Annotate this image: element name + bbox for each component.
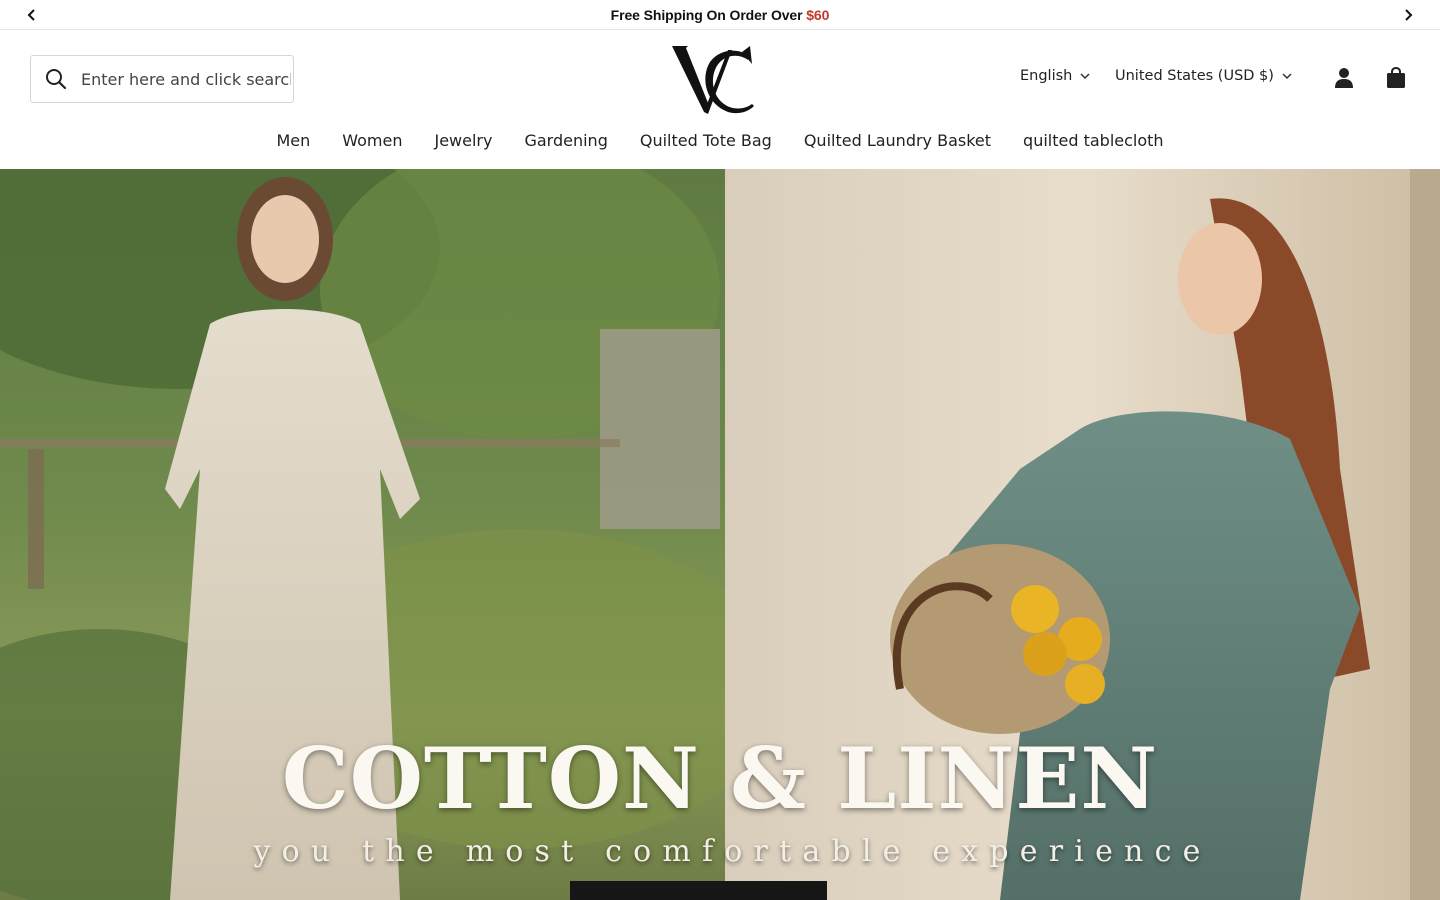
next-announcement-button[interactable]: [1399, 6, 1417, 24]
hero-tagline: you the most comfortable experience: [253, 834, 1212, 869]
chevron-down-icon: [1080, 72, 1090, 79]
vc-logo-icon: [672, 46, 754, 114]
nav-item-quilted-tote-bag[interactable]: Quilted Tote Bag: [624, 131, 788, 150]
nav-item-women[interactable]: Women: [326, 131, 418, 150]
main-nav: Men Women Jewelry Gardening Quilted Tote…: [0, 131, 1440, 150]
language-label: English: [1020, 68, 1073, 84]
chevron-left-icon: [27, 9, 35, 21]
prev-announcement-button[interactable]: [23, 6, 41, 24]
chevron-down-icon: [1282, 72, 1292, 79]
nav-item-gardening[interactable]: Gardening: [508, 131, 623, 150]
nav-item-quilted-tablecloth[interactable]: quilted tablecloth: [1007, 131, 1180, 150]
currency-selector[interactable]: United States (USD $): [1115, 68, 1292, 84]
account-button[interactable]: [1332, 66, 1356, 90]
cart-button[interactable]: [1384, 66, 1408, 90]
shopping-bag-icon: [1387, 67, 1405, 88]
currency-label: United States (USD $): [1115, 68, 1274, 84]
nav-item-men[interactable]: Men: [260, 131, 326, 150]
store-logo[interactable]: [670, 42, 760, 118]
search-icon: [46, 69, 67, 90]
user-icon: [1335, 68, 1353, 88]
hero-headline: COTTON & LINEN: [281, 729, 1159, 828]
announcement-message: Free Shipping On Order Over: [610, 6, 807, 23]
language-selector[interactable]: English: [1020, 68, 1090, 84]
search-button[interactable]: [31, 56, 81, 102]
hero-cta-button[interactable]: [570, 881, 827, 900]
announcement-amount: $60: [806, 6, 830, 23]
nav-item-jewelry[interactable]: Jewelry: [418, 131, 508, 150]
hero-banner[interactable]: COTTON & LINEN you the most comfortable …: [0, 169, 1440, 900]
announcement-bar: Free Shipping On Order Over $60: [0, 0, 1440, 30]
search-box: [30, 55, 294, 103]
chevron-right-icon: [1405, 9, 1413, 21]
search-input[interactable]: [81, 69, 291, 89]
nav-item-quilted-laundry-basket[interactable]: Quilted Laundry Basket: [788, 131, 1007, 150]
announcement-text: Free Shipping On Order Over $60: [611, 7, 830, 23]
